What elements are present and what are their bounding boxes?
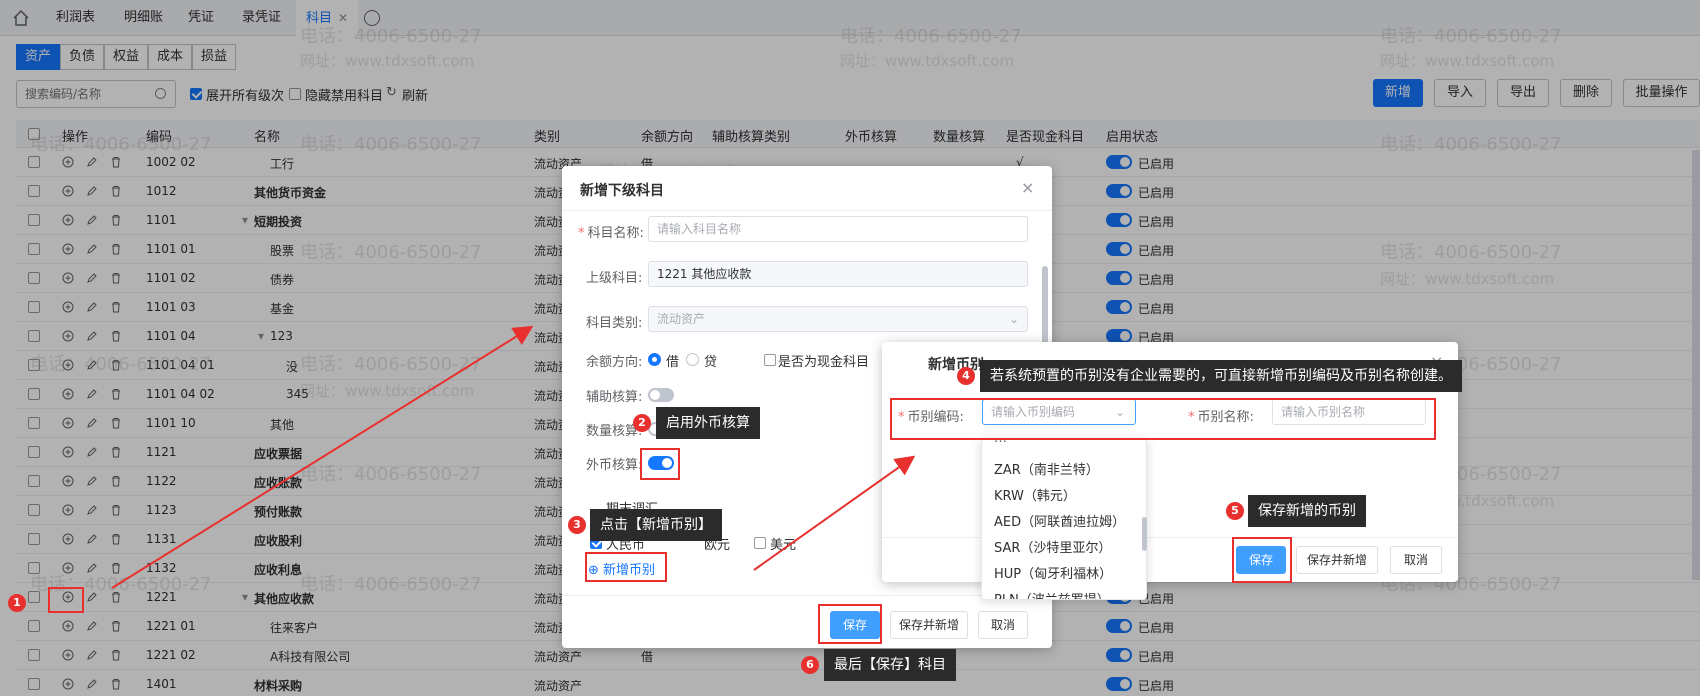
- step-badge-6: 6: [801, 656, 819, 674]
- tip-new-currency-info: 若系统预置的币别没有企业需要的，可直接新增币别编码及币别名称创建。: [980, 360, 1462, 392]
- step-badge-5: 5: [1226, 502, 1244, 520]
- step-badge-4: 4: [957, 367, 975, 385]
- highlight-account-save: [818, 604, 882, 644]
- highlight-fx-toggle: [640, 448, 680, 480]
- highlight-add-currency: [585, 552, 667, 582]
- highlight-currency-save: [1232, 537, 1292, 583]
- tip-click-add-currency: 点击【新增币别】: [590, 509, 722, 541]
- arrow-to-dialog: [111, 325, 534, 589]
- highlight-currency-fields: [890, 398, 1436, 440]
- arrow-to-currency-dialog: [753, 455, 916, 571]
- step-badge-1: 1: [8, 594, 26, 612]
- tip-save-currency: 保存新增的币别: [1248, 495, 1366, 527]
- tip-enable-fx: 启用外币核算: [656, 407, 760, 439]
- tip-final-save: 最后【保存】科目: [824, 649, 956, 681]
- step-badge-2: 2: [633, 414, 651, 432]
- annotation-arrows: [111, 325, 916, 589]
- step-badge-3: 3: [568, 516, 586, 534]
- highlight-add-button: [48, 587, 84, 613]
